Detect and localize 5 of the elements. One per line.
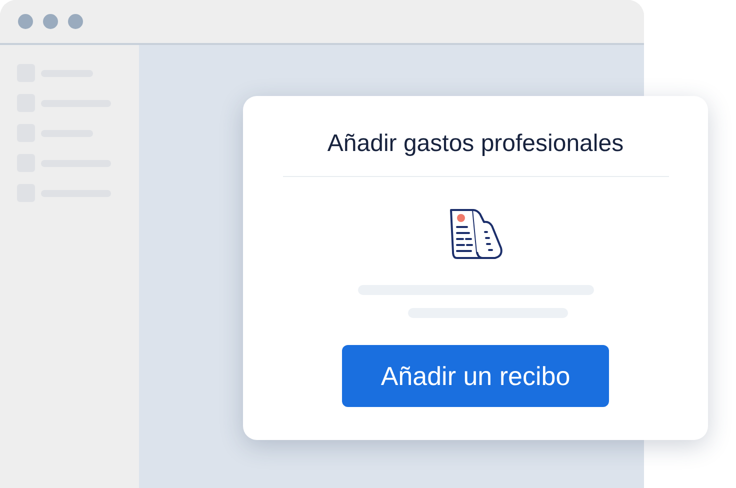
add-receipt-button[interactable]: Añadir un recibo [342,345,609,407]
window-control-icon[interactable] [68,14,83,29]
dialog-title: Añadir gastos profesionales [327,129,624,159]
window-control-icon[interactable] [18,14,33,29]
window-control-icon[interactable] [43,14,58,29]
